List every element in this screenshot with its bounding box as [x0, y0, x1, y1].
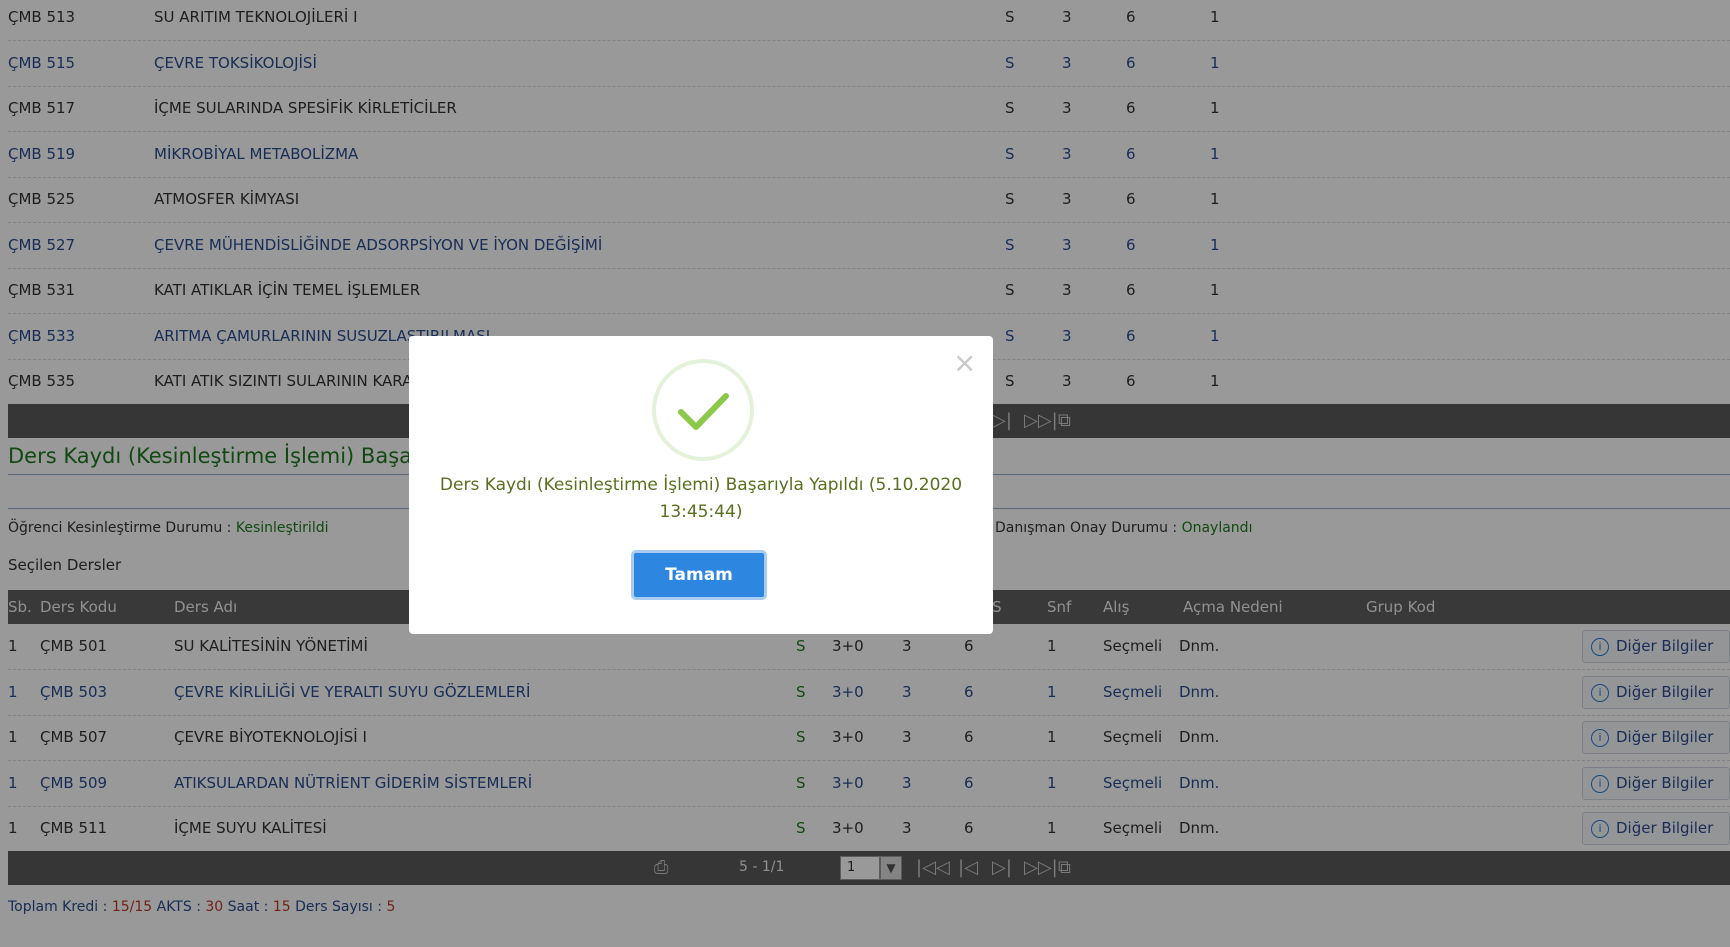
dialog-message: Ders Kaydı (Kesinleştirme İşlemi) Başarı… — [439, 475, 963, 522]
ok-button[interactable]: Tamam — [631, 550, 767, 600]
success-check-icon — [652, 359, 754, 461]
success-dialog: × Ders Kaydı (Kesinleştirme İşlemi) Başa… — [409, 336, 993, 634]
close-icon[interactable]: × — [953, 346, 976, 379]
